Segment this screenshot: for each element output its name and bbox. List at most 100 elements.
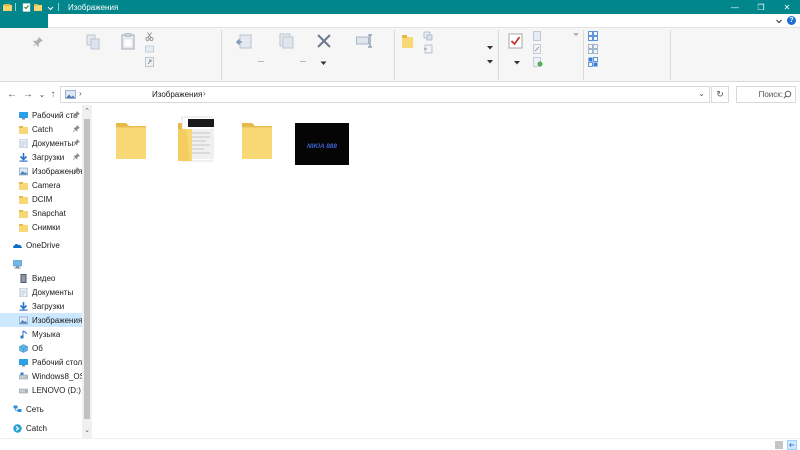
close-button[interactable]: ✕ [774,0,800,14]
sidebar-item-video[interactable]: Видео [0,271,82,285]
edit-icon[interactable] [533,44,542,54]
breadcrumb-separator-icon[interactable]: › [203,89,206,98]
sidebar-item-pc-downloads[interactable]: Загрузки [0,299,82,313]
app-icon[interactable] [3,3,12,12]
open-icon[interactable] [533,31,542,41]
forward-button[interactable]: → [22,88,34,100]
tab-file[interactable] [0,14,48,28]
sidebar-item-pc-desktop[interactable]: Рабочий стол [0,355,82,369]
folder-icon[interactable] [240,117,274,161]
help-icon[interactable]: ? [787,16,796,25]
navigation-pane-scrollbar[interactable]: ⌃ ⌄ [82,105,92,438]
address-history-dropdown-icon[interactable]: ⌄ [698,89,705,98]
folder-icon [19,223,28,232]
sidebar-item-catch[interactable]: Catch [0,122,82,136]
search-box[interactable] [736,86,796,103]
sidebar-item-camera[interactable]: Camera [0,178,82,192]
new-item-dropdown-icon[interactable] [487,46,493,50]
invert-selection-icon[interactable] [588,57,598,67]
open-dropdown-icon[interactable] [573,33,579,37]
documents-icon [19,138,28,148]
folder-icon[interactable] [114,117,148,161]
breadcrumb-separator-icon[interactable]: › [79,89,82,98]
drive-icon [19,372,28,379]
video-icon [20,273,27,283]
sidebar-item-music[interactable]: Музыка [0,327,82,341]
sidebar-item-onedrive[interactable]: OneDrive [0,238,82,252]
easy-access-icon[interactable] [423,44,433,54]
sidebar-item-drive-d[interactable]: LENOVO (D:) [0,383,82,397]
cut-icon[interactable] [145,32,154,41]
sidebar-item-documents[interactable]: Документы [0,136,82,150]
search-input[interactable] [739,89,783,100]
properties-icon[interactable] [22,2,31,12]
paste-shortcut-icon[interactable] [145,57,154,67]
new-item-icon[interactable] [423,31,433,41]
scroll-down-icon[interactable]: ⌄ [82,426,92,436]
copy-to-icon[interactable] [278,33,294,49]
separator [15,3,16,11]
scroll-up-icon[interactable]: ⌃ [82,107,92,117]
folder-icon [19,195,28,204]
sidebar-item-screenshots[interactable]: Снимки [0,220,82,234]
ribbon-collapse-icon[interactable] [775,17,783,25]
refresh-button[interactable]: ↻ [711,86,729,103]
pin-to-quick-access-icon[interactable] [32,36,44,48]
select-all-icon[interactable] [588,31,598,41]
sidebar-item-3d-objects[interactable]: Об [0,341,82,355]
paste-icon[interactable] [121,33,135,50]
easy-access-dropdown-icon[interactable] [487,60,493,64]
copy-icon[interactable] [86,34,100,50]
copy-to-dropdown-icon[interactable] [300,60,306,64]
sidebar-item-drive-c[interactable]: Windows8_OS (C [0,369,82,383]
qa-customize-icon[interactable] [46,3,55,12]
delete-dropdown-icon[interactable] [320,61,327,66]
pictures-location-icon [65,90,76,99]
maximize-button[interactable]: ❐ [748,0,774,14]
ribbon-separator [221,30,222,80]
address-bar[interactable]: › Изображения › ⌄ [60,86,710,103]
desktop-icon [19,358,28,366]
pin-icon[interactable] [73,125,80,132]
downloads-icon [19,301,28,311]
minimize-button[interactable]: — [722,0,748,14]
pin-icon[interactable] [73,167,80,174]
new-folder-icon[interactable] [402,35,413,48]
sidebar-item-catch-cloud[interactable]: Catch [0,421,82,435]
history-icon[interactable] [533,57,543,67]
back-button[interactable]: ← [6,88,18,100]
network-icon [13,405,22,412]
breadcrumb-pictures[interactable]: Изображения [152,90,202,99]
move-to-icon[interactable] [236,33,252,49]
ribbon-tab-strip: ? [0,14,800,28]
sidebar-item-dcim[interactable]: DCIM [0,192,82,206]
scrollbar-thumb[interactable] [84,119,90,419]
sidebar-item-network[interactable]: Сеть [0,402,82,416]
properties-dropdown-icon[interactable] [514,61,520,65]
search-icon[interactable] [783,90,792,99]
properties-icon[interactable] [508,33,523,49]
folder-with-documents-icon[interactable] [176,115,216,165]
move-to-dropdown-icon[interactable] [258,60,264,64]
large-icons-view-icon[interactable] [787,440,797,450]
sidebar-item-pc-pictures[interactable]: Изображения [0,313,82,327]
ribbon-separator [394,30,395,80]
delete-icon[interactable] [316,33,332,49]
pin-icon[interactable] [73,139,80,146]
copy-path-icon[interactable] [145,45,154,53]
sidebar-item-this-pc[interactable] [0,257,82,271]
sidebar-item-downloads[interactable]: Загрузки [0,150,82,164]
details-view-icon[interactable] [774,440,784,450]
new-folder-icon[interactable] [34,3,43,12]
sidebar-item-snapchat[interactable]: Snapchat [0,206,82,220]
select-none-icon[interactable] [588,44,598,54]
image-thumbnail[interactable]: NIKIA 888 [295,123,349,165]
pin-icon[interactable] [73,153,80,160]
rename-icon[interactable] [356,34,374,48]
status-bar [0,438,800,450]
pin-icon[interactable] [73,111,80,118]
sidebar-item-pictures[interactable]: Изображения [0,164,82,178]
sidebar-item-desktop[interactable]: Рабочий сто [0,108,82,122]
up-button[interactable]: ↑ [47,88,59,100]
sidebar-item-pc-documents[interactable]: Документы [0,285,82,299]
